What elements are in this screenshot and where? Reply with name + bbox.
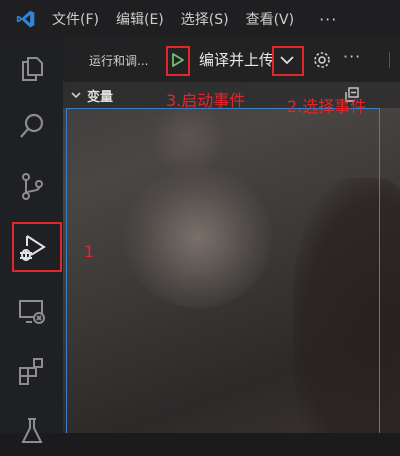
chevron-down-icon — [71, 92, 81, 99]
title-bar: 文件(F) 编辑(E) 选择(S) 查看(V) ··· — [0, 0, 400, 39]
vscode-logo-icon — [16, 10, 35, 28]
source-control-icon — [21, 173, 43, 200]
search-icon — [19, 113, 43, 138]
launch-config-name[interactable]: 编译并上传 — [199, 49, 279, 70]
menu-edit[interactable]: 编辑(E) — [116, 9, 164, 29]
variables-view[interactable] — [66, 108, 380, 433]
variables-section-title: 变量 — [87, 89, 114, 105]
more-actions-icon[interactable]: ··· — [343, 47, 361, 66]
activity-search[interactable] — [0, 101, 63, 151]
activity-testing[interactable] — [0, 406, 63, 456]
gear-icon[interactable] — [312, 50, 332, 70]
menu-more-icon[interactable]: ··· — [319, 10, 337, 29]
panel-title: 运行和调... — [89, 53, 149, 68]
activity-remote-explorer[interactable] — [0, 286, 63, 336]
annotation-step1: 1 — [84, 242, 95, 261]
files-icon — [21, 57, 43, 81]
activity-extensions[interactable] — [0, 346, 63, 396]
menu-file[interactable]: 文件(F) — [52, 9, 99, 29]
menu-selection[interactable]: 选择(S) — [181, 9, 229, 29]
activity-explorer[interactable] — [0, 43, 63, 93]
annotation-box-run-debug — [12, 222, 62, 272]
menu-view[interactable]: 查看(V) — [246, 9, 295, 29]
extensions-icon — [18, 358, 43, 385]
panel-edge — [389, 52, 400, 68]
testing-icon — [20, 418, 43, 443]
annotation-step2: 2.选择事件 — [287, 97, 367, 116]
annotation-step3: 3.启动事件 — [166, 91, 246, 110]
remote-explorer-icon — [18, 300, 45, 324]
annotation-box-config — [272, 46, 304, 76]
annotation-box-play — [166, 46, 190, 76]
debug-toolbar: 运行和调... 编译并上传 ··· — [63, 38, 400, 82]
activity-source-control[interactable] — [0, 161, 63, 211]
